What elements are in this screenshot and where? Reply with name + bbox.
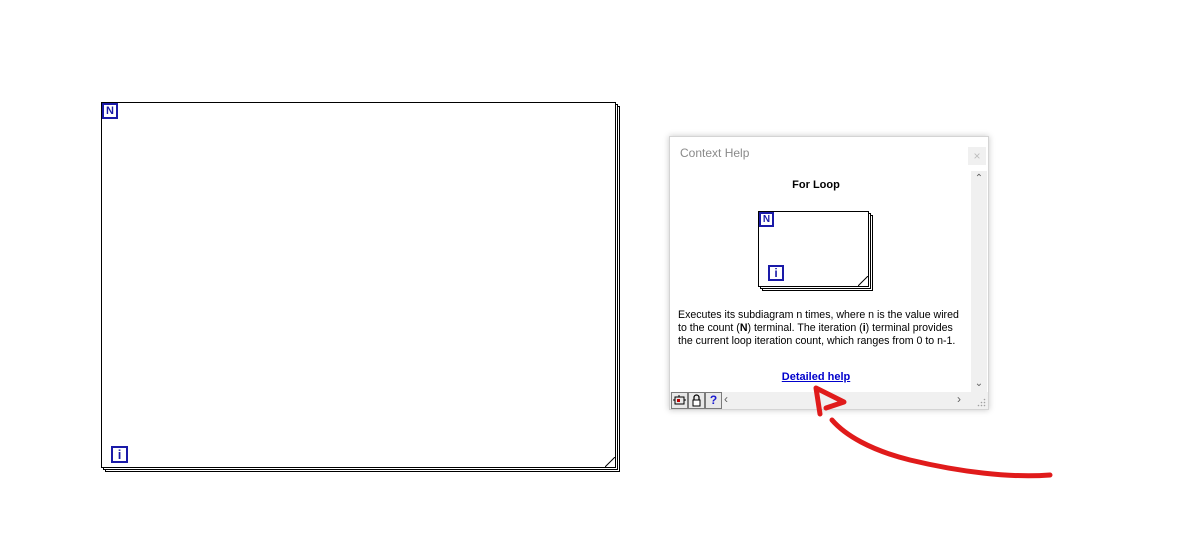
scroll-up-button[interactable]: ⌃ [971,171,987,187]
lock-icon [692,394,701,407]
scroll-left-button[interactable]: ‹ [724,392,728,407]
close-button[interactable]: × [968,147,986,165]
help-content: For Loop N i Executes its subdiagram n t… [670,171,971,392]
context-help-window: Context Help × For Loop N i Executes its… [669,136,989,410]
for-loop-icon: N i [758,211,874,291]
iteration-terminal[interactable]: i [111,446,128,463]
desc-count-term: N [739,322,748,334]
help-heading: For Loop [792,179,840,191]
count-terminal: N [759,212,774,227]
vertical-scrollbar[interactable]: ⌃ ⌄ [971,171,987,392]
loop-frame[interactable]: N i [101,102,616,468]
loop-frame: N i [758,211,869,287]
iteration-terminal: i [768,265,784,281]
simple-help-icon [673,395,686,405]
desc-text: ) terminal. The iteration ( [747,322,863,334]
resize-corner-icon[interactable] [605,457,615,467]
help-description: Executes its subdiagram n times, where n… [678,309,964,348]
count-terminal[interactable]: N [102,103,118,119]
simple-help-button[interactable] [671,392,688,409]
red-arrow-annotation [813,385,1053,479]
for-loop-structure[interactable]: N i [101,102,621,473]
lock-button[interactable] [688,392,705,409]
window-title: Context Help [680,146,750,160]
detailed-help-button[interactable]: ? [705,392,722,409]
resize-corner-icon [858,276,868,286]
